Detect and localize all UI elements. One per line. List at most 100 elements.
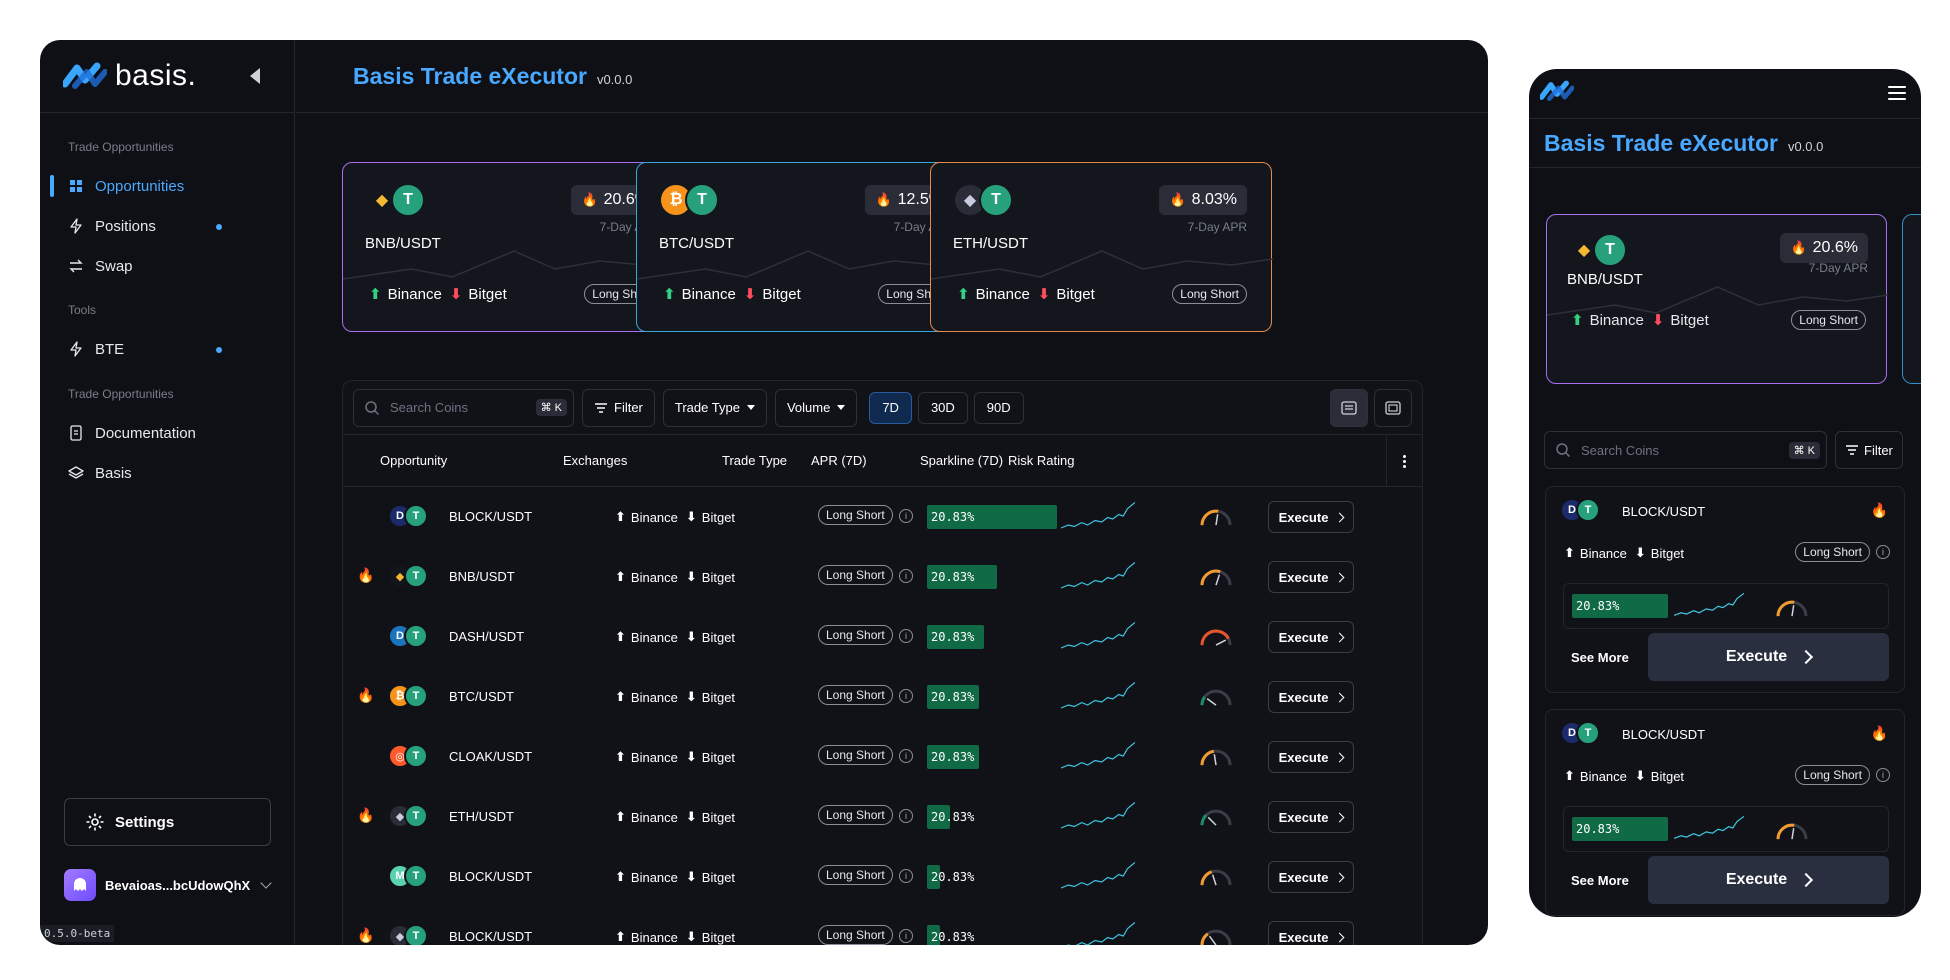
range-90d[interactable]: 90D [973, 391, 1024, 424]
row-pair: BNB/USDT [449, 569, 515, 584]
sidebar-item-documentation[interactable]: Documentation [40, 413, 295, 453]
header-apr[interactable]: APR (7D) [811, 453, 867, 468]
execute-button[interactable]: Execute [1268, 801, 1354, 833]
long-exchange: Binance [630, 689, 678, 705]
row-exchanges: ⬆ Binance ⬇ Bitget [615, 809, 735, 825]
trade-type-dropdown[interactable]: Trade Type [662, 388, 767, 427]
row-pair: ETH/USDT [449, 809, 514, 824]
table-row[interactable]: 🔥 ◆ T BLOCK/USDT ⬆ Binance ⬇ Bitget Long Short i 2… [343, 907, 1422, 945]
info-icon[interactable]: i [899, 929, 913, 943]
user-account[interactable]: Bevaioas...bcUdowQhX [64, 869, 272, 901]
header-trade-type[interactable]: Trade Type [722, 453, 787, 468]
chevron-down-icon[interactable] [260, 877, 272, 889]
range-30d[interactable]: 30D [917, 391, 968, 424]
execute-button[interactable]: Execute [1268, 621, 1354, 653]
apr-bar: 20.83% [927, 625, 1057, 649]
mobile-execute-button[interactable]: Execute [1648, 856, 1889, 904]
header-exchanges[interactable]: Exchanges [563, 453, 627, 468]
settings-button[interactable]: Settings [64, 798, 271, 846]
caret-down-icon [837, 405, 846, 410]
execute-button[interactable]: Execute [1268, 681, 1354, 713]
fire-icon: 🔥 [357, 927, 375, 943]
execute-label: Execute [1278, 929, 1329, 945]
mobile-item-sparkline [1674, 592, 1744, 616]
info-icon[interactable]: i [899, 809, 913, 823]
mobile-opportunity-card[interactable]: D T BLOCK/USDT 🔥 ⬆ Binance ⬇ Bitget Long Short i 2… [1545, 709, 1905, 916]
table-row[interactable]: M T BLOCK/USDT ⬆ Binance ⬇ Bitget Long Short i 20… [343, 847, 1422, 907]
table-row[interactable]: 🔥 ₿ T BTC/USDT ⬆ Binance ⬇ Bitget Long Short i 20.… [343, 667, 1422, 727]
search-input[interactable]: Search Coins ⌘ K [353, 388, 574, 427]
row-apr: 20.83% [931, 930, 975, 944]
basis-logo-icon[interactable] [1540, 79, 1574, 103]
info-icon[interactable]: i [1876, 768, 1890, 782]
info-icon[interactable]: i [899, 749, 913, 763]
table-row[interactable]: D T DASH/USDT ⬆ Binance ⬇ Bitget Long Short i 20.… [343, 607, 1422, 667]
sidebar-item-bte[interactable]: BTE [40, 329, 295, 369]
filter-button[interactable]: Filter [582, 388, 655, 427]
desktop-app-window: basis. Trade Opportunities Opportunities P… [40, 40, 1488, 945]
search-placeholder: Search Coins [390, 400, 469, 415]
sidebar-list: Opportunities Positions Swap [40, 166, 295, 286]
risk-gauge [1200, 509, 1232, 526]
header-risk-rating[interactable]: Risk Rating [1008, 453, 1074, 468]
card-view-button[interactable] [1374, 388, 1412, 427]
info-icon[interactable]: i [899, 689, 913, 703]
short-exchange: Bitget [701, 629, 736, 645]
list-view-button[interactable] [1330, 388, 1368, 427]
info-icon[interactable]: i [1876, 545, 1890, 559]
chevron-right-icon [1334, 812, 1345, 822]
short-exchange: Bitget [701, 689, 736, 705]
featured-card-bnb-usdt[interactable]: ◆ T BNB/USDT 🔥 20.6% 7-Day APR ⬆ Binance ⬇ Bitget… [342, 162, 685, 332]
long-exchange: Binance [387, 285, 442, 303]
collapse-sidebar-icon[interactable] [250, 68, 260, 84]
info-icon[interactable]: i [899, 869, 913, 883]
sidebar-item-swap[interactable]: Swap [40, 246, 295, 286]
basis-logo-icon[interactable] [63, 62, 107, 90]
menu-icon[interactable] [1888, 86, 1906, 104]
see-more-link[interactable]: See More [1571, 873, 1629, 888]
volume-dropdown[interactable]: Volume [774, 388, 858, 427]
table-row[interactable]: 🔥 ◆ T ETH/USDT ⬆ Binance ⬇ Bitget Long Short i 20.… [343, 787, 1422, 847]
see-more-link[interactable]: See More [1571, 650, 1629, 665]
range-7d[interactable]: 7D [869, 391, 912, 424]
arrow-down-icon: ⬇ [743, 286, 757, 303]
execute-label: Execute [1278, 749, 1329, 765]
row-sparkline [1061, 562, 1135, 589]
short-exchange: Bitget [468, 285, 507, 303]
sidebar-item-opportunities[interactable]: Opportunities [40, 166, 295, 206]
mobile-filter-button[interactable]: Filter [1835, 431, 1903, 469]
execute-button[interactable]: Execute [1268, 561, 1354, 593]
header-opportunity[interactable]: Opportunity [380, 453, 447, 468]
coin-pair: ◎ T [388, 744, 428, 768]
info-icon[interactable]: i [899, 569, 913, 583]
trade-type-label: Trade Type [674, 400, 740, 415]
column-menu-button[interactable] [1386, 435, 1422, 487]
info-icon[interactable]: i [899, 509, 913, 523]
execute-button[interactable]: Execute [1268, 501, 1354, 533]
mobile-featured-card-next[interactable] [1902, 214, 1921, 384]
mobile-featured-card[interactable]: ◆ T BNB/USDT 🔥 20.6% 7-Day APR ⬆ Binance ⬇ Bitget… [1546, 214, 1888, 384]
sidebar-section-label: Trade Opportunities [68, 140, 174, 154]
mobile-execute-button[interactable]: Execute [1648, 633, 1889, 681]
top-bar: Basis Trade eXecutor v0.0.0 [296, 40, 1488, 113]
info-icon[interactable]: i [899, 629, 913, 643]
long-exchange: Binance [630, 869, 678, 885]
header-sparkline[interactable]: Sparkline (7D) [920, 453, 1003, 468]
sidebar-item-basis[interactable]: Basis [40, 453, 295, 493]
row-exchanges: ⬆ Binance ⬇ Bitget [615, 929, 735, 945]
mobile-item-sparkline [1674, 815, 1744, 839]
featured-card-eth-usdt[interactable]: ◆ T ETH/USDT 🔥 8.03% 7-Day APR ⬆ Binance ⬇ Bitget… [930, 162, 1273, 332]
table-row[interactable]: 🔥 ◆ T BNB/USDT ⬆ Binance ⬇ Bitget Long Short i 20.… [343, 547, 1422, 607]
featured-card-btc-usdt[interactable]: ₿ T BTC/USDT 🔥 12.5% 7-Day APR ⬆ Binance ⬇ Bitget… [636, 162, 979, 332]
execute-button[interactable]: Execute [1268, 741, 1354, 773]
execute-button[interactable]: Execute [1268, 861, 1354, 893]
mobile-opportunity-card[interactable]: D T BLOCK/USDT 🔥 ⬆ Binance ⬇ Bitget Long Short i 2… [1545, 486, 1905, 693]
risk-gauge [1200, 749, 1232, 766]
table-row[interactable]: D T BLOCK/USDT ⬆ Binance ⬇ Bitget Long Short i 20… [343, 487, 1422, 547]
execute-button[interactable]: Execute [1268, 921, 1354, 945]
table-row[interactable]: ◎ T CLOAK/USDT ⬆ Binance ⬇ Bitget Long Short i 20… [343, 727, 1422, 787]
row-sparkline [1061, 502, 1135, 529]
mobile-search-input[interactable]: Search Coins ⌘ K [1544, 431, 1827, 469]
usdt-coin-icon: T [404, 684, 428, 708]
sidebar-item-positions[interactable]: Positions [40, 206, 295, 246]
